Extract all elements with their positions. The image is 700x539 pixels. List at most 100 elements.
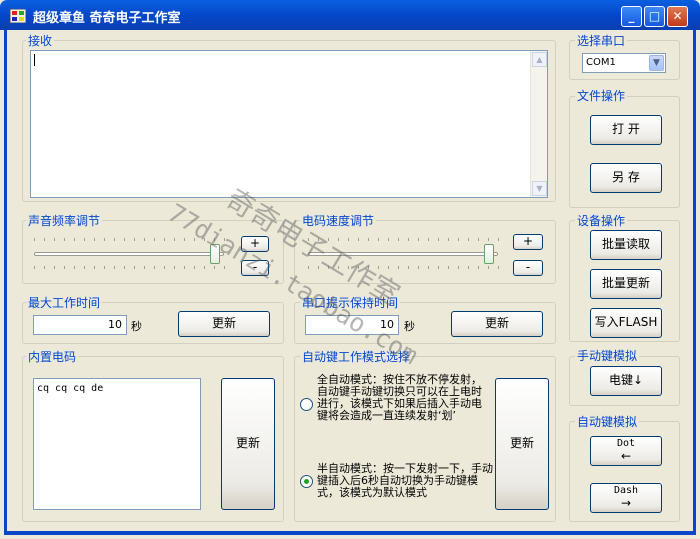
slider-tick bbox=[488, 266, 489, 269]
radio-dot bbox=[304, 479, 309, 484]
slider-tick bbox=[174, 238, 175, 241]
builtin-code-text: cq cq cq de bbox=[37, 383, 104, 394]
slider-tick bbox=[114, 266, 115, 269]
slider-tick bbox=[44, 238, 45, 241]
slider-tick bbox=[94, 238, 95, 241]
save-as-button[interactable]: 另 存 bbox=[590, 163, 662, 193]
slider-tick bbox=[134, 266, 135, 269]
builtin-code-update-button[interactable]: 更新 bbox=[221, 378, 275, 510]
slider-tick bbox=[104, 238, 105, 241]
title-bar[interactable]: 超级章鱼 奇奇电子工作室 _ □ ✕ bbox=[0, 0, 700, 30]
receive-label: 接收 bbox=[26, 32, 55, 49]
scroll-down-icon[interactable]: ▼ bbox=[532, 181, 547, 196]
serial-port-label: 选择串口 bbox=[575, 32, 628, 49]
slider-tick bbox=[74, 238, 75, 241]
full-auto-description: 全自动模式：按住不放不停发射，自动键手动键切换只可以在上电时进行，该模式下如果后… bbox=[317, 373, 482, 422]
slider-tick bbox=[428, 238, 429, 241]
slider-tick bbox=[358, 238, 359, 241]
receive-scrollbar[interactable]: ▲ ▼ bbox=[530, 51, 547, 197]
slider-tick bbox=[184, 266, 185, 269]
slider-tick bbox=[184, 238, 185, 241]
slider-tick bbox=[448, 266, 449, 269]
auto-sim-label: 自动键模拟 bbox=[575, 413, 640, 430]
auto-mode-update-button[interactable]: 更新 bbox=[495, 378, 549, 510]
slider-tick bbox=[468, 238, 469, 241]
slider-tick bbox=[134, 238, 135, 241]
port-hold-unit: 秒 bbox=[404, 320, 415, 333]
slider-tick bbox=[408, 238, 409, 241]
slider-thumb[interactable] bbox=[484, 244, 495, 264]
slider-tick bbox=[478, 266, 479, 269]
app-icon bbox=[9, 8, 27, 24]
slider-tick bbox=[194, 266, 195, 269]
scroll-up-icon[interactable]: ▲ bbox=[532, 52, 547, 67]
slider-tick bbox=[498, 266, 499, 269]
minimize-button[interactable]: _ bbox=[621, 6, 642, 27]
slider-tick bbox=[44, 266, 45, 269]
slider-tick bbox=[64, 238, 65, 241]
serial-port-select[interactable]: COM1 ▼ bbox=[582, 53, 666, 73]
dot-button[interactable]: Dot ← bbox=[590, 436, 662, 466]
close-button[interactable]: ✕ bbox=[667, 6, 688, 27]
slider-tick bbox=[174, 266, 175, 269]
slider-tick bbox=[398, 266, 399, 269]
slider-tick bbox=[438, 266, 439, 269]
slider-tick bbox=[54, 238, 55, 241]
slider-tick bbox=[224, 266, 225, 269]
full-auto-radio[interactable] bbox=[300, 398, 313, 411]
max-work-unit: 秒 bbox=[131, 320, 142, 333]
max-work-update-button[interactable]: 更新 bbox=[178, 311, 270, 337]
semi-auto-radio[interactable] bbox=[300, 475, 313, 488]
dash-button[interactable]: Dash → bbox=[590, 483, 662, 513]
batch-update-button[interactable]: 批量更新 bbox=[590, 269, 662, 299]
device-ops-label: 设备操作 bbox=[575, 212, 628, 229]
builtin-code-textarea[interactable]: cq cq cq de bbox=[33, 378, 201, 510]
slider-track bbox=[34, 252, 224, 256]
right-arrow-icon: → bbox=[620, 495, 632, 510]
slider-tick bbox=[34, 238, 35, 241]
slider-tick bbox=[398, 238, 399, 241]
window-title: 超级章鱼 奇奇电子工作室 bbox=[33, 11, 181, 26]
semi-auto-description: 半自动模式：按一下发射一下，手动键插入后6秒自动切换为手动键模式，该模式为默认模… bbox=[317, 462, 493, 499]
key-down-button[interactable]: 电键↓ bbox=[590, 366, 662, 396]
code-speed-minus-button[interactable]: - bbox=[513, 260, 543, 276]
slider-tick bbox=[154, 266, 155, 269]
slider-tick bbox=[64, 266, 65, 269]
slider-tick bbox=[144, 238, 145, 241]
maximize-button[interactable]: □ bbox=[644, 6, 665, 27]
slider-tick bbox=[418, 266, 419, 269]
slider-tick bbox=[84, 266, 85, 269]
port-hold-update-button[interactable]: 更新 bbox=[451, 311, 543, 337]
slider-tick bbox=[84, 238, 85, 241]
slider-tick bbox=[74, 266, 75, 269]
batch-read-button[interactable]: 批量读取 bbox=[590, 230, 662, 260]
slider-tick bbox=[348, 238, 349, 241]
slider-tick bbox=[378, 238, 379, 241]
slider-tick bbox=[428, 266, 429, 269]
text-cursor bbox=[34, 54, 35, 66]
slider-tick bbox=[114, 238, 115, 241]
max-work-input[interactable]: 10 bbox=[33, 315, 127, 335]
slider-tick bbox=[458, 266, 459, 269]
slider-tick bbox=[468, 266, 469, 269]
slider-tick bbox=[498, 238, 499, 241]
open-button[interactable]: 打 开 bbox=[590, 115, 662, 145]
code-speed-plus-button[interactable]: + bbox=[513, 234, 543, 250]
slider-tick bbox=[144, 266, 145, 269]
slider-tick bbox=[214, 266, 215, 269]
slider-tick bbox=[204, 266, 205, 269]
slider-tick bbox=[488, 238, 489, 241]
builtin-code-label: 内置电码 bbox=[26, 348, 79, 365]
max-work-label: 最大工作时间 bbox=[26, 294, 103, 311]
write-flash-button[interactable]: 写入FLASH bbox=[590, 308, 662, 338]
slider-tick bbox=[448, 238, 449, 241]
slider-tick bbox=[124, 238, 125, 241]
chevron-down-icon[interactable]: ▼ bbox=[649, 55, 664, 71]
left-arrow-icon: ← bbox=[620, 448, 632, 463]
slider-tick bbox=[164, 266, 165, 269]
slider-tick bbox=[458, 238, 459, 241]
slider-tick bbox=[164, 238, 165, 241]
file-ops-label: 文件操作 bbox=[575, 87, 628, 104]
slider-tick bbox=[418, 238, 419, 241]
receive-textarea[interactable]: ▲ ▼ bbox=[30, 50, 548, 198]
